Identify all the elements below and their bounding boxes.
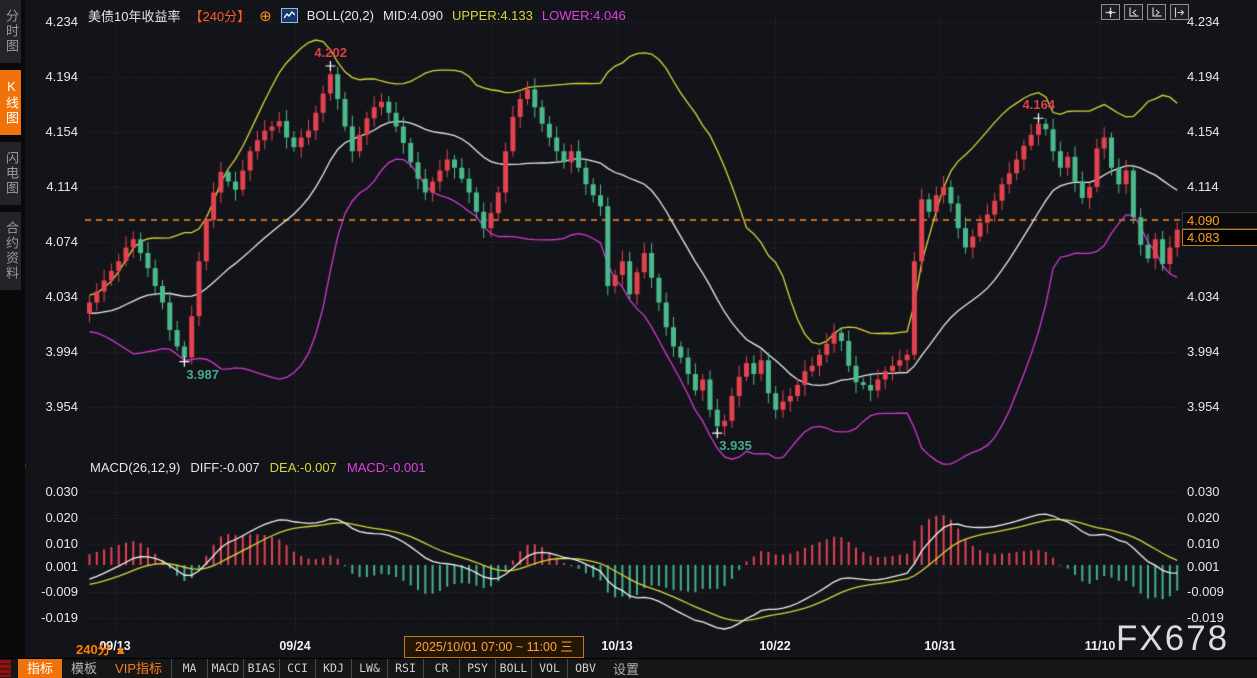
sidebar-tab-4[interactable]: 合约资料: [0, 212, 21, 290]
indicator-button-boll[interactable]: BOLL: [495, 659, 531, 678]
chart-tools: [1101, 4, 1189, 20]
annotation-high: 4.202: [314, 45, 347, 60]
annotation-low: 3.987: [186, 367, 219, 382]
settings-button[interactable]: 设置: [613, 659, 639, 678]
axis-scale-left-icon[interactable]: [1124, 4, 1143, 20]
macd-tick-right: 0.030: [1187, 484, 1247, 499]
bottom-toolbar: 指标模板VIP指标MAMACDBIASCCIKDJLW&RSICRPSYBOLL…: [0, 658, 1257, 678]
selected-range-box: 2025/10/01 07:00 ~ 11:00 三: [404, 636, 584, 658]
macd-header: MACD(26,12,9) DIFF:-0.007 DEA:-0.007 MAC…: [90, 460, 426, 475]
chart-canvas[interactable]: [0, 0, 1257, 677]
toolbar-tab-1[interactable]: 指标: [18, 659, 62, 678]
price-tick-right: 4.234: [1187, 14, 1247, 29]
annotation-low: 3.935: [719, 438, 752, 453]
price-tick-right: 4.194: [1187, 69, 1247, 84]
indicator-button-obv[interactable]: OBV: [567, 659, 603, 678]
indicator-button-ma[interactable]: MA: [171, 659, 207, 678]
sidebar-tab-2[interactable]: K线图: [0, 70, 21, 135]
price-tick-right: 3.954: [1187, 399, 1247, 414]
sidebar-tab-1[interactable]: 分时图: [0, 0, 21, 63]
macd-dea-value: DEA:-0.007: [270, 460, 337, 475]
boll-mid-value: MID:4.090: [383, 8, 443, 23]
instrument-title: 美债10年收益率: [88, 6, 180, 25]
sidebar-tab-3[interactable]: 闪电图: [0, 142, 21, 205]
price-tick-right: 3.994: [1187, 344, 1247, 359]
indicator-button-rsi[interactable]: RSI: [387, 659, 423, 678]
toolbar-tab-3[interactable]: VIP指标: [106, 659, 171, 678]
boll-name: BOLL(20,2): [307, 8, 374, 23]
indicator-button-vol[interactable]: VOL: [531, 659, 567, 678]
last-price-label: 4.083: [1182, 229, 1257, 246]
annotation-high: 4.164: [1023, 97, 1056, 112]
indicator-button-cci[interactable]: CCI: [279, 659, 315, 678]
indicator-button-psy[interactable]: PSY: [459, 659, 495, 678]
macd-tick-right: -0.009: [1187, 584, 1247, 599]
macd-tick-right: 0.020: [1187, 510, 1247, 525]
boll-upper-value: UPPER:4.133: [452, 8, 533, 23]
time-axis: 240分 ▲ 2025/10/01 07:00 ~ 11:00 三: [0, 636, 1257, 658]
price-line-label: 4.090: [1182, 212, 1257, 229]
menu-red-icon[interactable]: [0, 660, 11, 677]
macd-macd-value: MACD:-0.001: [347, 460, 426, 475]
crosshair-icon[interactable]: [1101, 4, 1120, 20]
sidebar: 分时图 K线图闪电图合约资料: [0, 0, 25, 658]
boll-lower-value: LOWER:4.046: [542, 8, 626, 23]
macd-name: MACD(26,12,9): [90, 460, 180, 475]
chart-header: 美债10年收益率 【240分】 ⊕ BOLL(20,2) MID:4.090 U…: [88, 6, 626, 25]
indicator-button-kdj[interactable]: KDJ: [315, 659, 351, 678]
axis-scale-right-icon[interactable]: [1147, 4, 1166, 20]
indicator-button-bias[interactable]: BIAS: [243, 659, 279, 678]
indicator-button-macd[interactable]: MACD: [207, 659, 243, 678]
toolbar-tab-2[interactable]: 模板: [62, 659, 106, 678]
macd-tick-right: 0.010: [1187, 536, 1247, 551]
period-badge: 【240分】: [189, 6, 250, 25]
price-tick-right: 4.034: [1187, 289, 1247, 304]
timeframe-label[interactable]: 240分 ▲: [76, 639, 127, 658]
watermark: FX678: [1116, 619, 1229, 659]
add-indicator-icon[interactable]: ⊕: [259, 7, 272, 25]
macd-tick-right: 0.001: [1187, 559, 1247, 574]
price-tick-right: 4.114: [1187, 179, 1247, 194]
macd-diff-value: DIFF:-0.007: [190, 460, 259, 475]
indicator-button-cr[interactable]: CR: [423, 659, 459, 678]
chart-type-icon[interactable]: [281, 8, 298, 23]
indicator-button-lw[interactable]: LW&: [351, 659, 387, 678]
price-tick-right: 4.154: [1187, 124, 1247, 139]
